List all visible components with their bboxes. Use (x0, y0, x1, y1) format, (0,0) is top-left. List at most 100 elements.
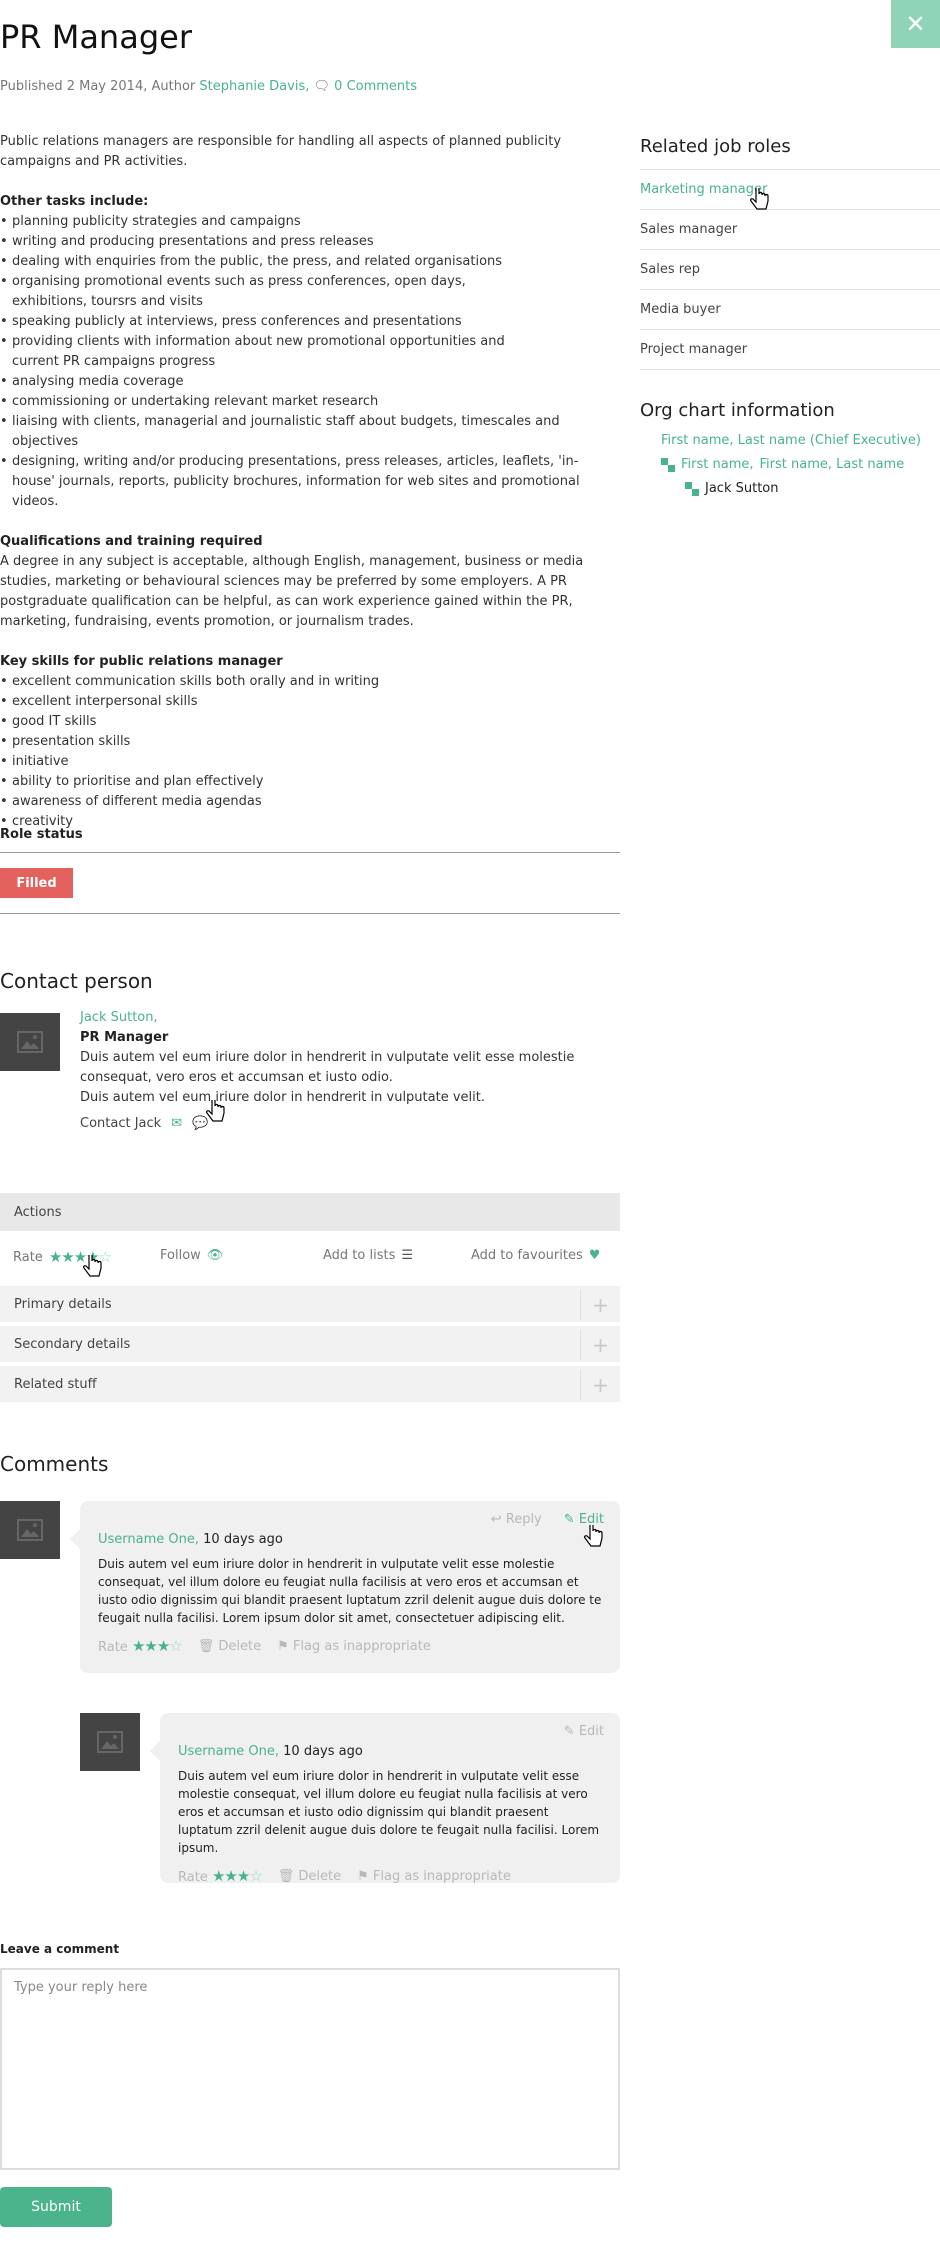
related-role-project-manager[interactable]: Project manager (640, 329, 940, 369)
list-item: excellent communication skills both oral… (0, 672, 610, 692)
reply-icon: ↩ (490, 1512, 502, 1527)
comment-tools: ↩ Reply ✎ Edit (491, 1511, 604, 1529)
heart-icon: ♥ (588, 1248, 601, 1263)
job-description: Public relations managers are responsibl… (0, 132, 610, 832)
contact-actions: Contact Jack ✉ 💬 (80, 1116, 208, 1131)
envelope-icon[interactable]: ✉ (171, 1116, 182, 1131)
flag-icon: ⚑ (357, 1869, 369, 1884)
reply-textarea[interactable] (0, 1968, 620, 2170)
list-item: ability to prioritise and plan effective… (0, 772, 610, 792)
follow-button[interactable]: Follow 👁 (160, 1248, 223, 1263)
list-item: dealing with enquiries from the public, … (0, 252, 610, 272)
comment-user-link[interactable]: Username One, (178, 1744, 279, 1759)
edit-button[interactable]: ✎ Edit (564, 1511, 604, 1529)
submit-button[interactable]: Submit (0, 2187, 112, 2227)
qualifications-heading: Qualifications and training required (0, 534, 263, 549)
org-chief-executive-link[interactable]: First name, Last name (Chief Executive) (661, 433, 921, 448)
accordion-related-stuff[interactable]: Related stuff + (0, 1366, 620, 1404)
related-role-media-buyer[interactable]: Media buyer (640, 289, 940, 329)
org-level-3: Jack Sutton (685, 481, 779, 496)
close-button[interactable]: ✕ (891, 0, 940, 48)
comment-time: 10 days ago (283, 1744, 363, 1759)
list-item: awareness of different media agendas (0, 792, 610, 812)
avatar (80, 1713, 140, 1771)
org-person-link[interactable]: First name, Last name (760, 457, 905, 472)
trash-icon: 🗑 (197, 1639, 215, 1654)
status-badge: Filled (0, 868, 73, 898)
meta-line: Published 2 May 2014, Author Stephanie D… (0, 79, 417, 94)
plus-icon[interactable]: + (580, 1290, 620, 1320)
org-person-link[interactable]: First name, (681, 457, 754, 472)
divider (0, 852, 620, 853)
related-role-marketing-manager[interactable]: Marketing manager (640, 169, 940, 209)
actions-row: Rate ★★★★☆ Follow 👁 Add to lists ☰ Add t… (0, 1244, 620, 1274)
image-placeholder-icon (17, 1519, 43, 1541)
chat-icon[interactable]: 💬 (192, 1116, 208, 1131)
contact-label: Contact Jack (80, 1116, 162, 1131)
skills-heading: Key skills for public relations manager (0, 654, 283, 669)
star-icon[interactable]: ★ (74, 1248, 87, 1266)
intro-text: Public relations managers are responsibl… (0, 134, 562, 169)
skills-list: excellent communication skills both oral… (0, 672, 610, 832)
list-item: speaking publicly at interviews, press c… (0, 312, 610, 332)
speech-bubbles-icon: 🗨 (313, 79, 331, 94)
add-to-favourites-button[interactable]: Add to favourites ♥ (471, 1248, 600, 1263)
list-item: initiative (0, 752, 610, 772)
list-item: liaising with clients, managerial and jo… (0, 412, 610, 452)
org-chart-title: Org chart information (640, 400, 835, 421)
plus-icon[interactable]: + (580, 1330, 620, 1360)
author-link[interactable]: Stephanie Davis, (199, 79, 309, 94)
accordion-secondary-details[interactable]: Secondary details + (0, 1326, 620, 1364)
list-item: excellent interpersonal skills (0, 692, 610, 712)
star-icon[interactable]: ★ (49, 1248, 62, 1266)
star-icon[interactable]: ★ (86, 1248, 99, 1266)
actions-header: Actions (0, 1193, 620, 1231)
rating-stars[interactable]: ★★★★☆ (49, 1248, 112, 1266)
contact-text: Duis autem vel eum iriure dolor in hendr… (80, 1050, 575, 1085)
star-empty-icon[interactable]: ☆ (99, 1248, 112, 1266)
tasks-heading: Other tasks include: (0, 194, 149, 209)
contact-name-link[interactable]: Jack Sutton, (80, 1010, 158, 1025)
edit-button[interactable]: ✎ Edit (564, 1723, 604, 1741)
comment-text: Duis autem vel eum iriure dolor in hendr… (98, 1557, 602, 1625)
accordion-label: Primary details (14, 1297, 112, 1312)
contact-person-title: Contact person (0, 969, 153, 993)
related-role-sales-rep[interactable]: Sales rep (640, 249, 940, 289)
star-icon[interactable]: ★ (61, 1248, 74, 1266)
list-icon: ☰ (401, 1248, 414, 1263)
delete-button[interactable]: 🗑 Delete (278, 1868, 341, 1886)
leave-comment-label: Leave a comment (0, 1942, 120, 1956)
comment: ✎ Edit Username One, 10 days ago Duis au… (150, 1713, 620, 1885)
role-status-label: Role status (0, 827, 83, 842)
add-to-favourites-label: Add to favourites (471, 1248, 583, 1263)
list-item: creativity (0, 812, 610, 832)
comments-count-link[interactable]: 0 Comments (334, 79, 417, 94)
accordion-primary-details[interactable]: Primary details + (0, 1286, 620, 1324)
comment-tools: ✎ Edit (564, 1723, 604, 1741)
flag-button[interactable]: ⚑ Flag as inappropriate (357, 1868, 511, 1886)
contact-role: PR Manager (80, 1030, 169, 1045)
contact-text: Duis autem vel eum iriure dolor in hendr… (80, 1090, 485, 1105)
list-item: good IT skills (0, 712, 610, 732)
list-item: commissioning or undertaking relevant ma… (0, 392, 610, 412)
trash-icon: 🗑 (277, 1869, 295, 1884)
flag-button[interactable]: ⚑ Flag as inappropriate (277, 1638, 431, 1656)
comment-rate[interactable]: Rate ★★★☆ (98, 1637, 183, 1657)
published-info: Published 2 May 2014, Author (0, 79, 196, 94)
comment-rate[interactable]: Rate ★★★☆ (178, 1867, 263, 1887)
related-role-sales-manager[interactable]: Sales manager (640, 209, 940, 249)
delete-button[interactable]: 🗑 Delete (198, 1638, 261, 1656)
rate-control[interactable]: Rate ★★★★☆ (13, 1248, 112, 1266)
org-level-2: First name, First name, Last name (661, 457, 904, 472)
eye-icon: 👁 (206, 1248, 224, 1263)
contact-details: Jack Sutton, PR Manager Duis autem vel e… (80, 1008, 625, 1108)
reply-button[interactable]: ↩ Reply (491, 1511, 542, 1529)
add-to-lists-label: Add to lists (323, 1248, 396, 1263)
comment-footer: Rate ★★★☆ 🗑 Delete ⚑ Flag as inappropria… (178, 1867, 603, 1887)
add-to-lists-button[interactable]: Add to lists ☰ (323, 1248, 413, 1263)
image-placeholder-icon (97, 1731, 123, 1753)
comment-user-link[interactable]: Username One, (98, 1532, 199, 1547)
plus-icon[interactable]: + (580, 1370, 620, 1400)
tree-branch-icon (685, 481, 699, 496)
avatar (0, 1501, 60, 1559)
